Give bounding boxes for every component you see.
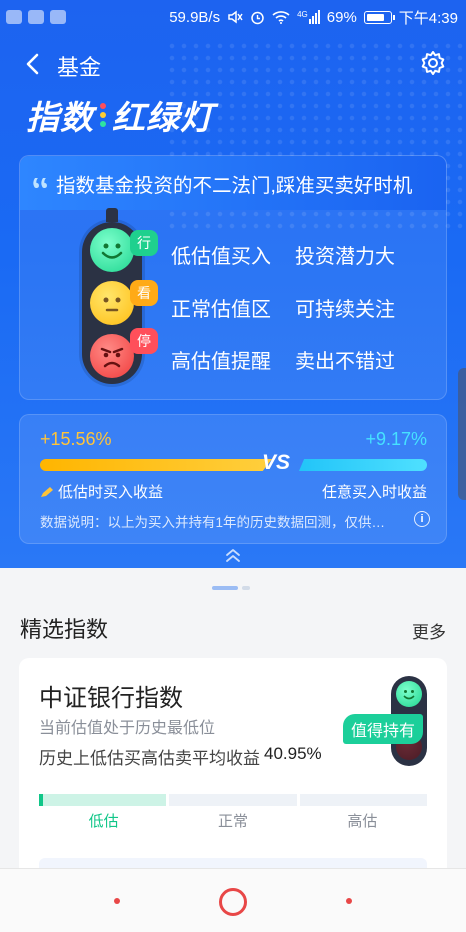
low-buy-bar <box>40 459 272 471</box>
double-chevron-up-icon <box>226 549 240 562</box>
wifi-icon <box>272 11 290 24</box>
info-card-header: 指数基金投资的不二法门,踩准买卖好时机 <box>20 156 446 210</box>
pencil-icon <box>41 486 53 497</box>
network-speed: 59.9B/s <box>169 8 221 26</box>
chevron-left-icon <box>26 53 39 75</box>
page-indicator-active <box>212 586 238 590</box>
page-title: 指数 红绿灯 <box>26 92 214 138</box>
home-button[interactable] <box>219 888 247 916</box>
average-return-value: 40.95% <box>264 744 322 763</box>
legend-normal-label: 正常估值区 <box>171 299 271 321</box>
network-type: 4G <box>297 10 308 19</box>
legend-high-label: 高估值提醒 <box>171 351 271 373</box>
collapse-button[interactable] <box>221 546 245 566</box>
legend-row-low: 低估值买入 投资潜力大 <box>171 240 395 269</box>
hold-badge: 值得持有 <box>342 714 423 744</box>
index-card[interactable]: 中证银行指数 当前估值处于历史最低位 历史上低估买高估卖平均收益 40.95% … <box>19 658 447 878</box>
recent-apps-button[interactable] <box>114 898 120 904</box>
yellow-face-icon <box>90 281 134 325</box>
page-title-left: 指数 <box>26 99 94 136</box>
side-drawer-handle[interactable] <box>458 368 466 500</box>
legend-low-desc: 投资潜力大 <box>295 246 395 268</box>
quote-icon <box>33 178 47 188</box>
back-button[interactable] <box>16 48 48 80</box>
mute-icon <box>228 10 243 24</box>
watch-tag: 看 <box>130 280 158 306</box>
legend-low-label: 低估值买入 <box>171 246 271 268</box>
red-face-icon <box>90 334 134 378</box>
hero-banner: 59.9B/s 4G 69% 下午4:39 基金 指数 红绿灯 指数基金投资的不… <box>0 0 466 568</box>
nav-bar: 基金 <box>0 44 466 84</box>
data-note: 数据说明：以上为买入并持有1年的历史数据回测，仅供… <box>40 515 386 530</box>
alarm-icon <box>251 11 264 24</box>
status-bar: 59.9B/s 4G 69% 下午4:39 <box>0 0 466 34</box>
stop-tag: 停 <box>130 328 158 354</box>
gear-icon <box>421 51 445 75</box>
clock: 下午4:39 <box>398 9 458 27</box>
page-title-right: 红绿灯 <box>112 99 214 136</box>
any-buy-return: +9.17% <box>365 429 427 449</box>
notification-icon <box>6 10 22 24</box>
legend-row-high: 高估值提醒 卖出不错过 <box>171 345 395 374</box>
valuation-status: 当前估值处于历史最低位 <box>39 720 216 737</box>
traffic-light-graphic: 行 看 停 <box>82 208 158 384</box>
level-normal-label: 正常 <box>217 813 248 830</box>
info-icon[interactable]: i <box>414 511 430 527</box>
nav-title: 基金 <box>57 55 102 80</box>
any-buy-bar <box>299 459 427 471</box>
legend-normal-desc: 可持续关注 <box>295 299 395 321</box>
green-face-icon <box>90 228 134 272</box>
average-return-label: 历史上低估买高估卖平均收益 <box>39 749 260 768</box>
low-buy-return: +15.56% <box>40 429 112 449</box>
level-high-segment <box>299 794 427 806</box>
more-link[interactable]: 更多 <box>412 618 446 643</box>
system-nav-bar <box>0 868 466 932</box>
any-buy-caption: 任意买入时收益 <box>321 484 427 501</box>
back-system-button[interactable] <box>346 898 352 904</box>
index-name: 中证银行指数 <box>39 685 183 712</box>
traffic-light-info-card: 指数基金投资的不二法门,踩准买卖好时机 行 看 停 低估值买入 投资潜力大 正常… <box>19 155 447 400</box>
notification-icon <box>28 10 44 24</box>
page-indicator-dot <box>242 586 250 590</box>
notification-icon <box>50 10 66 24</box>
traffic-light-icon <box>100 103 106 127</box>
vs-label: VS <box>262 451 291 474</box>
section-title: 精选指数 <box>20 617 109 642</box>
legend-high-desc: 卖出不错过 <box>295 351 395 373</box>
level-low-label: 低估 <box>88 813 119 830</box>
return-compare-card[interactable]: +15.56% +9.17% VS 低估时买入收益 任意买入时收益 数据说明：以… <box>19 414 447 544</box>
go-tag: 行 <box>130 230 158 256</box>
average-return: 历史上低估买高估卖平均收益 40.95% <box>39 744 322 769</box>
info-card-heading: 指数基金投资的不二法门,踩准买卖好时机 <box>56 174 413 197</box>
page-indicator <box>212 586 250 590</box>
legend-row-normal: 正常估值区 可持续关注 <box>171 293 395 322</box>
level-low-segment <box>39 794 167 806</box>
green-face-icon <box>396 681 422 707</box>
level-high-label: 高估 <box>347 813 378 830</box>
low-buy-caption: 低估时买入收益 <box>40 481 163 502</box>
valuation-level-labels: 低估 正常 高估 <box>39 810 427 831</box>
valuation-level-bar <box>39 794 427 806</box>
level-normal-segment <box>169 794 297 806</box>
settings-button[interactable] <box>418 49 448 79</box>
battery-percent: 69% <box>326 8 357 26</box>
battery-icon <box>363 10 395 24</box>
signal-icon: 4G <box>297 10 320 24</box>
low-buy-caption-text: 低估时买入收益 <box>58 484 164 501</box>
